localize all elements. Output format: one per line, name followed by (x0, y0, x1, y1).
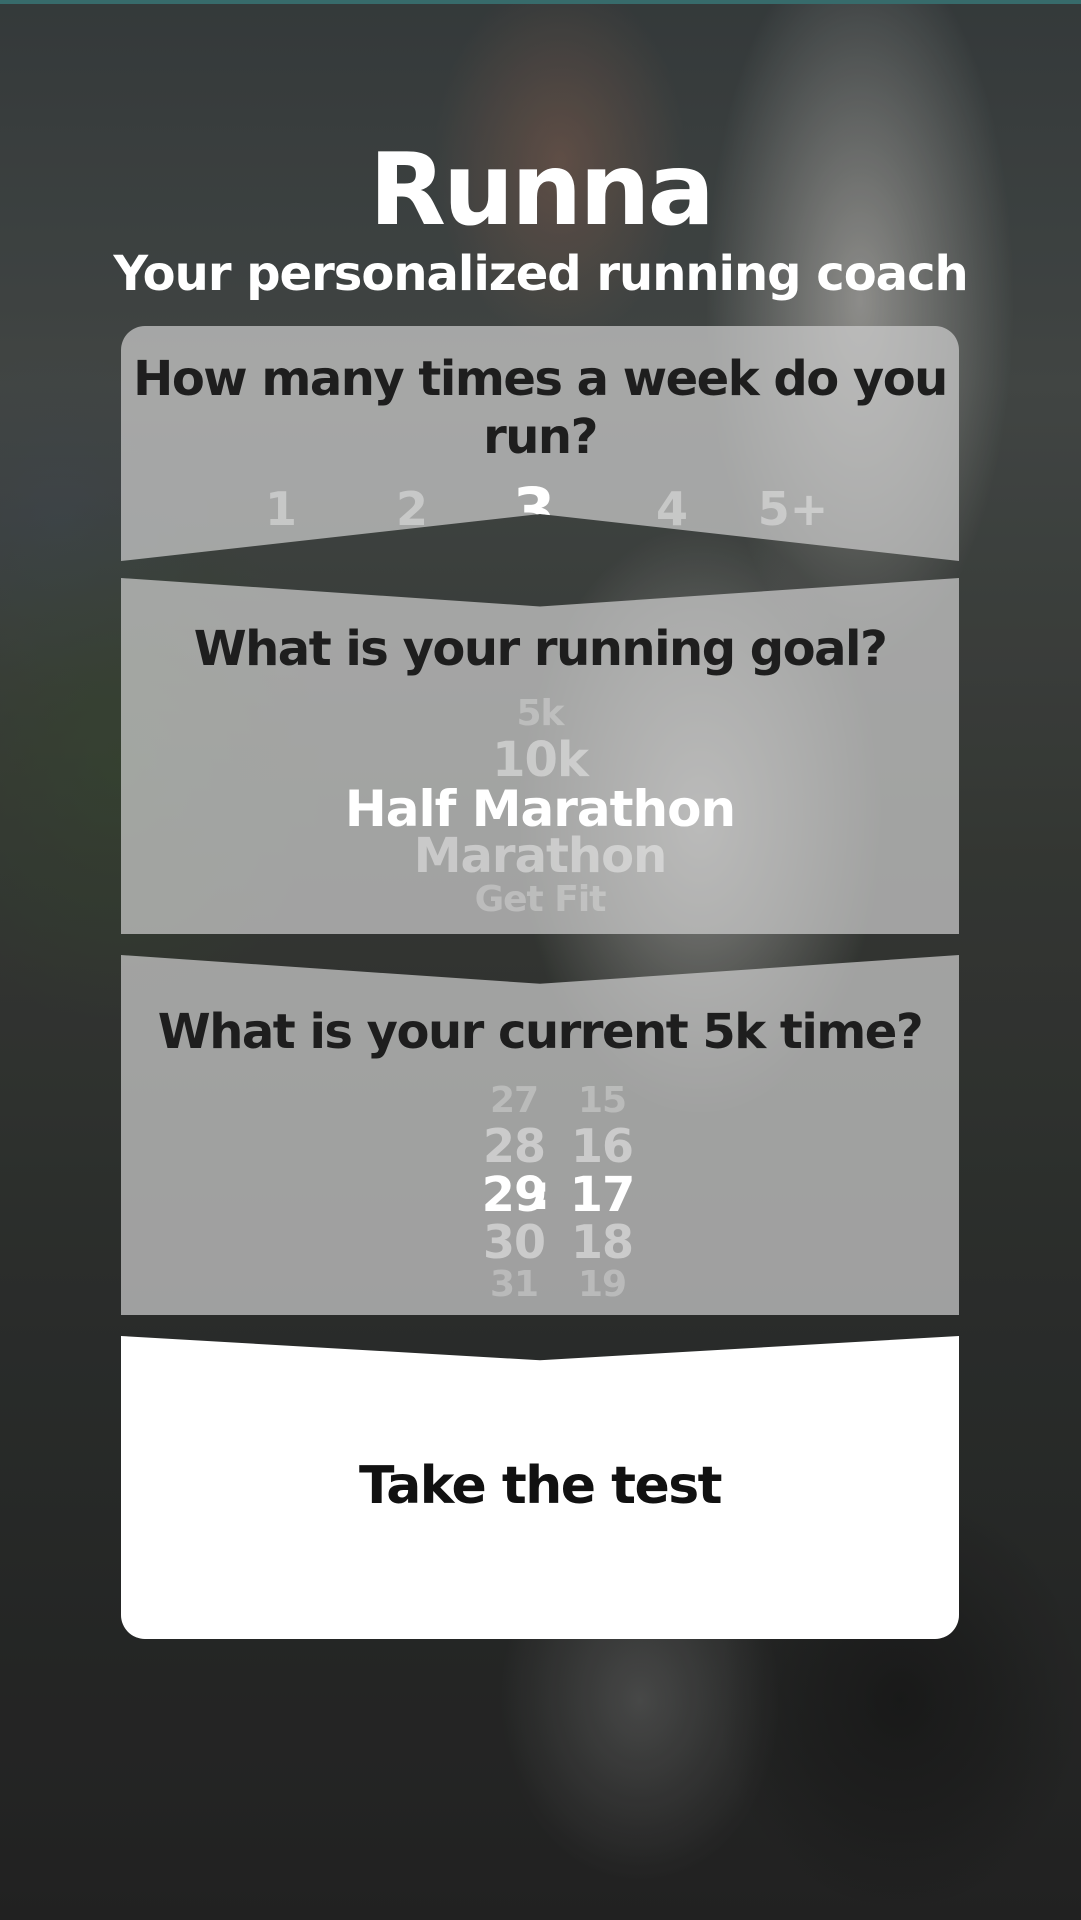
seconds-option[interactable]: 15 (562, 1083, 642, 1119)
goal-card: What is your running goal? 5k 10k Half M… (121, 578, 959, 934)
tagline: Your personalized running coach (113, 246, 968, 302)
frequency-option-4[interactable]: 4 (656, 486, 688, 532)
seconds-option[interactable]: 16 (562, 1123, 642, 1169)
seconds-selected[interactable]: 17 (562, 1171, 642, 1219)
brand-logo: Runna (0, 140, 1081, 240)
time-separator: : (531, 1165, 551, 1221)
seconds-option[interactable]: 18 (562, 1219, 642, 1265)
minutes-option[interactable]: 30 (474, 1219, 554, 1265)
time-card: What is your current 5k time? 27 28 29 3… (121, 955, 959, 1315)
take-the-test-button[interactable]: Take the test (121, 1336, 959, 1639)
seconds-option[interactable]: 19 (562, 1267, 642, 1303)
minutes-option[interactable]: 27 (474, 1083, 554, 1119)
goal-option-marathon[interactable]: Marathon (121, 832, 959, 880)
time-picker[interactable]: 27 28 29 30 31 : 15 16 17 18 19 (121, 1083, 959, 1303)
goal-option-10k[interactable]: 10k (121, 736, 959, 784)
frequency-option-2[interactable]: 2 (396, 486, 428, 532)
minutes-option[interactable]: 31 (474, 1267, 554, 1303)
goal-option-5k[interactable]: 5k (121, 696, 959, 732)
frequency-option-1[interactable]: 1 (265, 486, 297, 532)
frequency-option-5plus[interactable]: 5+ (758, 486, 829, 532)
logo-text: Runna (368, 131, 715, 248)
take-the-test-label: Take the test (358, 1456, 723, 1516)
minutes-option[interactable]: 28 (474, 1123, 554, 1169)
frequency-question: How many times a week do you run? (133, 351, 948, 465)
goal-option-get-fit[interactable]: Get Fit (121, 882, 959, 918)
goal-option-half-marathon-selected[interactable]: Half Marathon (121, 784, 959, 834)
